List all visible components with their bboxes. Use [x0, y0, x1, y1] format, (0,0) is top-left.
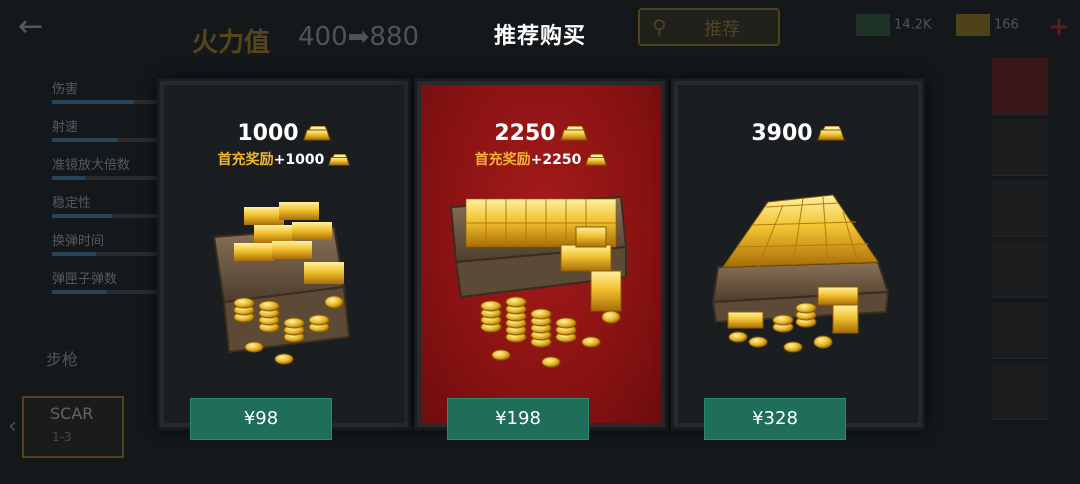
gold-ingot-icon — [328, 153, 351, 166]
weapon-side-list — [992, 58, 1048, 424]
first-charge-bonus: 首充奖励+2250 — [421, 149, 661, 169]
stat-row: 伤害 — [52, 78, 172, 116]
buy-button[interactable]: ¥328 — [704, 398, 846, 440]
chevron-left-icon: ‹ — [8, 414, 17, 439]
gold-ingot-icon — [585, 153, 608, 166]
weapon-stats: 伤害 射速 准镜放大倍数 稳定性 换弹时间 弹匣子弹数 — [52, 78, 172, 306]
gold-crate-art — [449, 195, 628, 368]
offer-amount: 1000 — [164, 121, 404, 146]
first-charge-bonus: 首充奖励+1000 — [164, 149, 404, 169]
category-label: 步枪 — [46, 350, 79, 369]
stat-row: 射速 — [52, 116, 172, 154]
gold-crate-art — [212, 202, 351, 365]
offer-card-3[interactable]: 3900 ¥328 — [678, 85, 918, 440]
gold-pile-art — [711, 194, 890, 353]
stat-row: 换弹时间 — [52, 230, 172, 268]
gold-ingot-icon — [302, 126, 331, 141]
gold-ingot-icon — [559, 126, 588, 141]
weapon-card-selected: SCAR 1-3 — [22, 396, 124, 458]
stat-row: 稳定性 — [52, 192, 172, 230]
buy-button[interactable]: ¥98 — [190, 398, 332, 440]
stat-row: 准镜放大倍数 — [52, 154, 172, 192]
dialog-title: 推荐购买 — [493, 24, 586, 49]
offer-card-1[interactable]: 1000 首充奖励+1000 ¥98 — [164, 85, 404, 440]
gold-ingot-icon — [816, 126, 845, 141]
offer-card-2[interactable]: 2250 首充奖励+2250 ¥198 — [421, 85, 661, 440]
buy-button[interactable]: ¥198 — [447, 398, 589, 440]
offer-amount: 2250 — [421, 121, 661, 146]
offer-amount: 3900 — [678, 121, 918, 146]
stat-row: 弹匣子弹数 — [52, 268, 172, 306]
